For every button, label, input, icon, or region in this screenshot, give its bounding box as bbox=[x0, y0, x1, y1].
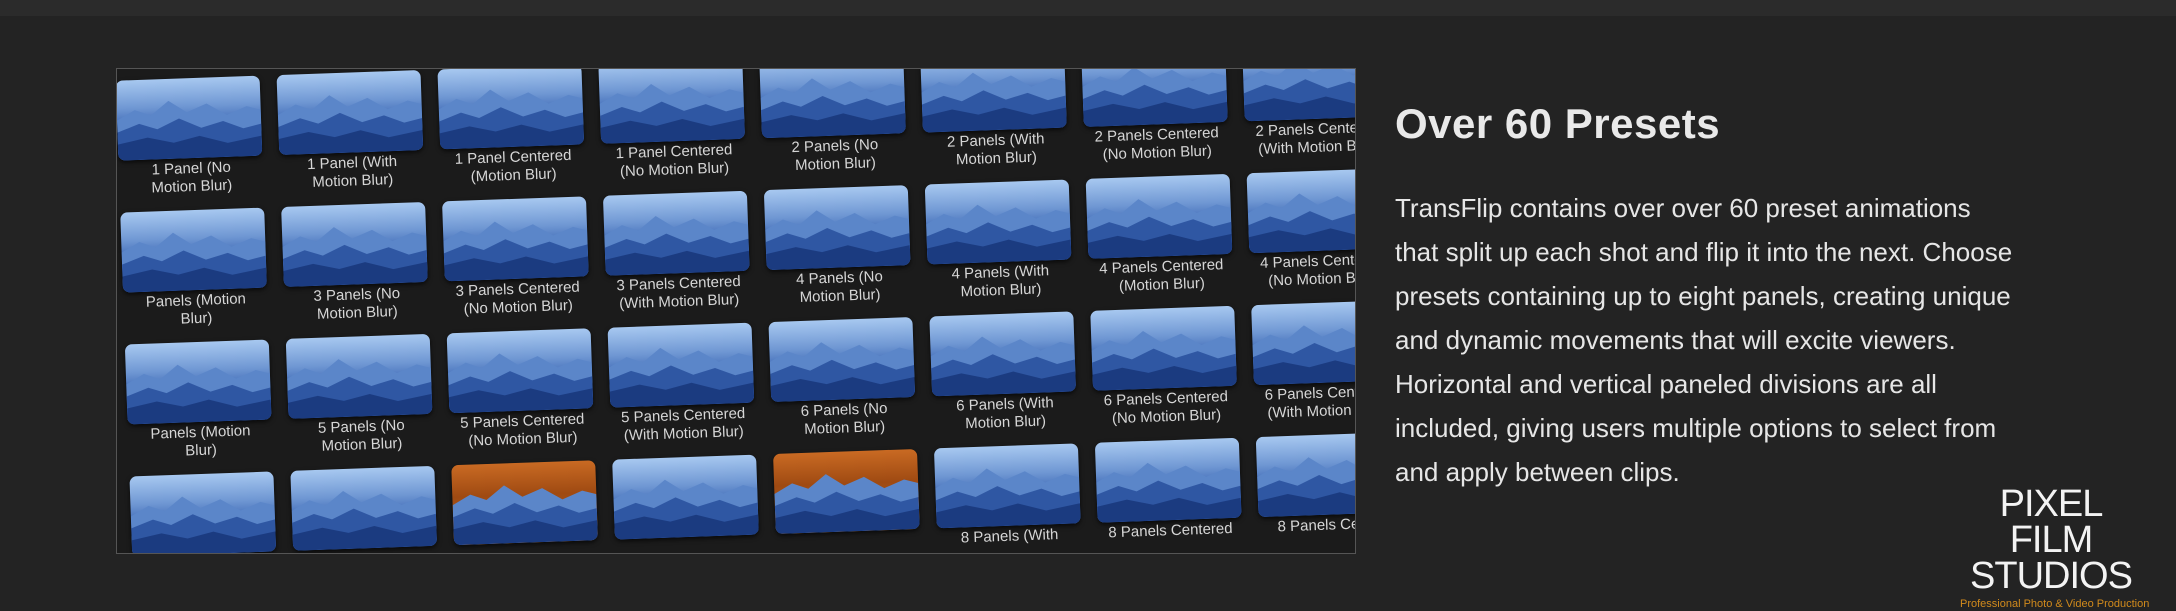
preset-thumbnail bbox=[442, 196, 589, 282]
section-title: Over 60 Presets bbox=[1395, 100, 1721, 147]
preset-thumbnail bbox=[607, 322, 755, 408]
preset-grid: 1 Panel (No Motion Blur) 1 Panel (With Mo… bbox=[117, 69, 1356, 554]
preset-thumbnail bbox=[602, 190, 750, 276]
preset-tile: 6 Panels (With Motion Blur) bbox=[921, 293, 1087, 432]
logo-tagline: Professional Photo & Video Production bbox=[1960, 598, 2150, 610]
preset-tile: 5 Panels (No Motion Blur) bbox=[277, 316, 443, 455]
preset-tile: 6 Panels (No Motion Blur) bbox=[760, 299, 926, 438]
preset-tile: 4 Panels (With Motion Blur) bbox=[916, 161, 1082, 300]
preset-thumbnail bbox=[451, 460, 598, 546]
preset-tile: 5 Panels Centered (With Motion Blur) bbox=[599, 304, 765, 444]
preset-tile: 3 Panels Centered (With Motion Blur) bbox=[594, 172, 760, 312]
preset-label: 8 Panels Centered bbox=[1108, 520, 1233, 542]
preset-thumbnail bbox=[1246, 168, 1355, 254]
preset-tile: 8 Panels (With bbox=[925, 425, 1091, 553]
preset-tile: 4 Panels Centered (Motion Blur) bbox=[1077, 156, 1243, 295]
preset-tile: 3 Panels Centered (No Motion Blur) bbox=[433, 178, 599, 318]
preset-thumbnail bbox=[598, 69, 746, 144]
pixel-film-studios-logo: PIXEL FILM STUDIOS Professional Photo & … bbox=[1960, 483, 2150, 611]
preset-tile bbox=[121, 453, 287, 554]
preset-tile bbox=[764, 431, 930, 553]
preset-thumbnail bbox=[1255, 432, 1355, 518]
preset-thumbnail bbox=[124, 339, 272, 425]
top-bar bbox=[0, 0, 2176, 16]
preset-thumbnail bbox=[290, 465, 438, 551]
preset-thumbnail bbox=[929, 311, 1077, 397]
preset-tile: 1 Panel Centered (Motion Blur) bbox=[429, 69, 595, 185]
preset-thumbnail bbox=[281, 201, 428, 287]
preset-thumbnail bbox=[285, 333, 433, 419]
preset-tile: Panels (Motion Blur) bbox=[117, 189, 277, 328]
logo-line-1: PIXEL FILM bbox=[1999, 483, 2104, 561]
preset-tile: 1 Panel (No Motion Blur) bbox=[117, 69, 273, 197]
preset-tile: 3 Panels (No Motion Blur) bbox=[273, 184, 439, 323]
preset-tile: 2 Panels Centered (With Motion Blur) bbox=[1233, 69, 1355, 158]
preset-tile: 2 Panels (No Motion Blur) bbox=[751, 69, 917, 174]
preset-tile: 1 Panel Centered (No Motion Blur) bbox=[590, 69, 756, 180]
preset-thumbnail bbox=[1090, 305, 1237, 391]
logo-line-2: STUDIOS bbox=[1970, 555, 2133, 597]
preset-tile bbox=[282, 448, 448, 553]
preset-thumbnail bbox=[446, 328, 594, 414]
preset-thumbnail bbox=[773, 448, 920, 534]
preset-thumbnail bbox=[117, 75, 263, 161]
preset-thumbnail bbox=[120, 207, 267, 293]
preset-thumbnail bbox=[759, 69, 906, 139]
preset-thumbnail bbox=[768, 317, 916, 403]
preset-label bbox=[124, 553, 285, 554]
presets-screenshot: 1 Panel (No Motion Blur) 1 Panel (With Mo… bbox=[116, 68, 1356, 554]
preset-tile: 8 Panels Centered bbox=[1086, 419, 1252, 553]
preset-thumbnail bbox=[1081, 69, 1228, 127]
preset-thumbnail bbox=[933, 443, 1081, 529]
preset-tile bbox=[604, 436, 770, 553]
preset-thumbnail bbox=[920, 69, 1067, 133]
preset-thumbnail bbox=[437, 69, 585, 150]
preset-tile: 6 Panels Centered (With Motion Blur) bbox=[1243, 282, 1355, 422]
section-description: TransFlip contains over over 60 preset a… bbox=[1395, 193, 2013, 487]
preset-label: 8 Panels Center bbox=[1277, 514, 1356, 536]
preset-tile: 4 Panels Centered (No Motion Blur) bbox=[1238, 150, 1355, 290]
preset-thumbnail bbox=[763, 185, 911, 271]
preset-tile bbox=[443, 442, 609, 553]
preset-thumbnail bbox=[1085, 173, 1233, 259]
preset-thumbnail bbox=[1251, 300, 1355, 386]
preset-thumbnail bbox=[276, 70, 424, 156]
preset-tile: 2 Panels Centered (No Motion Blur) bbox=[1072, 69, 1238, 163]
preset-tile: 6 Panels Centered (No Motion Blur) bbox=[1082, 288, 1248, 427]
preset-thumbnail bbox=[129, 471, 277, 553]
preset-thumbnail bbox=[924, 179, 1072, 265]
preset-thumbnail bbox=[1094, 437, 1242, 523]
preset-tile: 8 Panels Center bbox=[1247, 414, 1356, 552]
preset-tile: Panels (Motion Blur) bbox=[117, 321, 282, 460]
preset-label: 8 Panels (With bbox=[960, 526, 1059, 547]
preset-tile: 4 Panels (No Motion Blur) bbox=[755, 167, 921, 306]
preset-thumbnail bbox=[1241, 69, 1355, 122]
preset-tile: 1 Panel (With Motion Blur) bbox=[268, 69, 434, 191]
preset-tile: 5 Panels Centered (No Motion Blur) bbox=[438, 310, 604, 450]
preset-thumbnail bbox=[612, 454, 759, 540]
preset-tile: 2 Panels (With Motion Blur) bbox=[912, 69, 1078, 168]
